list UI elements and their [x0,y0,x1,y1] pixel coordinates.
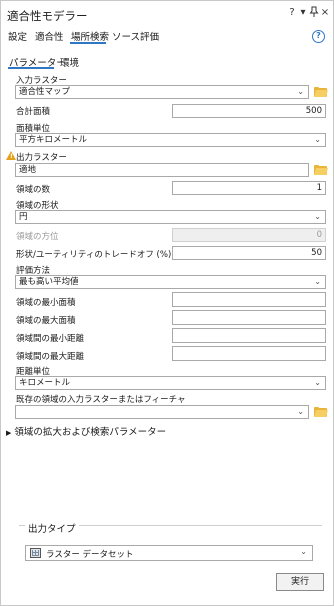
evaluation-method-value: 最も高い平均値 [19,277,79,287]
pane-title: 適合性モデラー [7,9,88,23]
output-type-dropdown[interactable]: ラスター データセット ⌄ [25,545,313,561]
title-bar: 適合性モデラー ? ▾ × [1,1,333,27]
chevron-down-icon: ⌄ [314,378,321,387]
min-region-area-input[interactable] [172,292,326,307]
existing-regions-label: 既存の領域の入力ラスターまたはフィーチャ [16,395,186,405]
input-raster-dropdown[interactable]: 適合性マップ ⌄ [15,85,309,99]
existing-regions-dropdown[interactable]: ⌄ [15,405,309,419]
browse-folder-icon[interactable] [314,407,328,417]
max-region-area-input[interactable] [172,310,326,325]
max-distance-label: 領域間の最大距離 [16,352,85,362]
geoprocessing-pane: 適合性モデラー ? ▾ × 設定 適合性 場所検索 ソース 評価 ? パラメータ… [0,0,334,606]
chevron-down-icon: ⌄ [297,407,304,416]
close-icon[interactable]: × [319,7,331,19]
active-subtab-indicator [8,67,54,69]
region-growth-expander[interactable]: ▶ 領域の拡大および検索パラメーター [6,424,166,438]
region-shape-value: 円 [19,212,28,222]
region-orientation-label: 領域の方位 [16,232,59,242]
main-tabs: 設定 適合性 場所検索 ソース 評価 [1,29,333,45]
distance-unit-value: キロメートル [19,378,71,388]
tab-source[interactable]: ソース [112,29,140,43]
tab-settings[interactable]: 設定 [8,29,27,43]
expander-label: 領域の拡大および検索パラメーター [14,427,167,438]
chevron-down-icon: ⌄ [297,87,304,96]
active-tab-indicator [70,42,106,44]
tab-suitability[interactable]: 適合性 [35,29,64,43]
input-raster-value: 適合性マップ [19,87,71,97]
area-unit-value: 平方キロメートル [19,135,88,145]
min-distance-input[interactable] [172,328,326,343]
warning-mark: ! [10,153,13,160]
region-orientation-input: 0 [172,228,326,242]
sub-tabs: パラメーター 環境 [1,55,333,69]
chevron-right-icon: ▶ [6,429,12,437]
num-regions-input[interactable]: 1 [172,181,326,195]
chevron-down-icon: ⌄ [314,212,321,221]
max-region-area-label: 領域の最大面積 [16,316,76,326]
region-shape-dropdown[interactable]: 円 ⌄ [15,210,326,224]
shape-tradeoff-input[interactable]: 50 [172,246,326,260]
evaluation-method-dropdown[interactable]: 最も高い平均値 ⌄ [15,275,326,289]
raster-dataset-icon [30,548,41,558]
output-type-value: ラスター データセット [46,550,134,560]
browse-folder-icon[interactable] [314,165,328,175]
tab-evaluate[interactable]: 評価 [140,29,159,43]
chevron-down-icon: ⌄ [300,547,307,556]
tab-environments[interactable]: 環境 [60,55,79,69]
min-distance-label: 領域間の最小距離 [16,334,85,344]
chevron-down-icon: ⌄ [314,135,321,144]
max-distance-input[interactable] [172,346,326,361]
total-area-input[interactable]: 500 [172,104,326,118]
browse-folder-icon[interactable] [314,87,328,97]
shape-tradeoff-label: 形状/ユーティリティのトレードオフ (%) [16,250,172,260]
distance-unit-dropdown[interactable]: キロメートル ⌄ [15,376,326,390]
min-region-area-label: 領域の最小面積 [16,298,76,308]
output-raster-label: 出力ラスター [16,153,67,163]
num-regions-label: 領域の数 [16,185,51,195]
total-area-label: 合計面積 [16,107,51,117]
help-icon[interactable]: ? [312,30,325,43]
output-raster-input[interactable]: 適地 [15,163,309,177]
output-type-label: 出力タイプ [25,521,79,535]
area-unit-dropdown[interactable]: 平方キロメートル ⌄ [15,133,326,147]
tab-locate[interactable]: 場所検索 [71,29,109,43]
run-button[interactable]: 実行 [276,573,324,591]
chevron-down-icon: ⌄ [314,277,321,286]
